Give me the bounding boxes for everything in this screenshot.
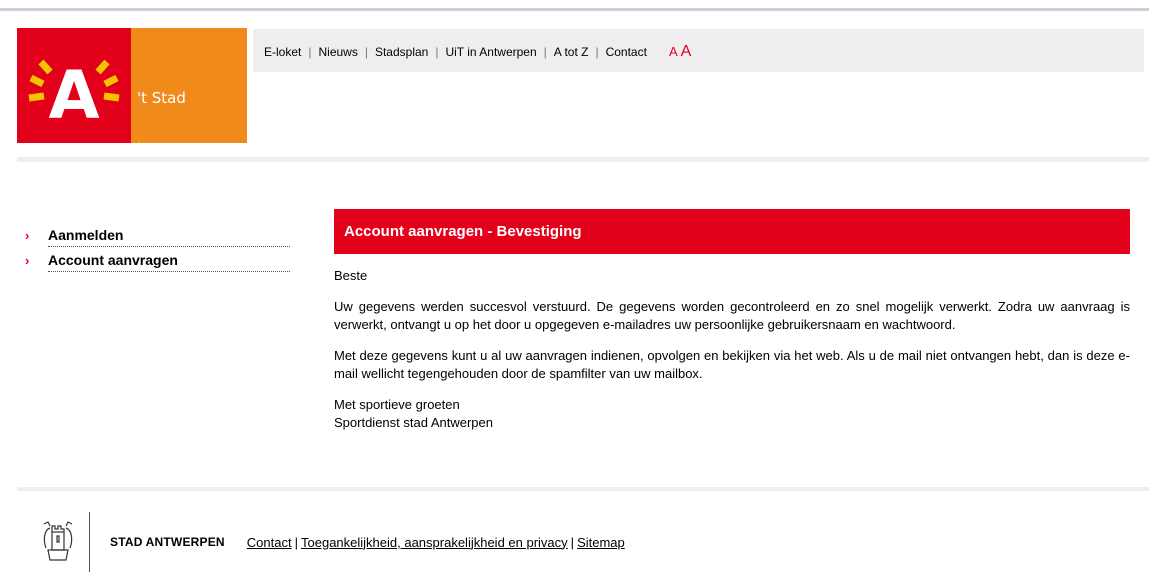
city-crest-icon xyxy=(43,521,73,561)
nav-link-e-loket[interactable]: E-loket xyxy=(264,45,301,59)
dotted-underline xyxy=(48,271,290,272)
page: A 't Stad is van iedereen. E-loket | Nie… xyxy=(0,0,1149,586)
nav-separator: | xyxy=(435,45,439,59)
footer-brand: STAD ANTWERPEN xyxy=(110,535,225,549)
footer-separator: | xyxy=(570,534,575,550)
nav-link-uit-in-antwerpen[interactable]: UiT in Antwerpen xyxy=(445,45,536,59)
logo-tagline-line1: 't Stad xyxy=(137,89,186,107)
logo-sun-a-icon: A xyxy=(28,57,120,134)
sidebar-item-label: Account aanvragen xyxy=(48,252,178,268)
nav-separator: | xyxy=(308,45,312,59)
nav-separator: | xyxy=(595,45,599,59)
logo-tagline-line2: is van xyxy=(137,140,182,158)
top-border xyxy=(0,8,1149,11)
logo-letter: A xyxy=(48,57,99,134)
closing-line-2: Sportdienst stad Antwerpen xyxy=(334,415,493,430)
nav-separator: | xyxy=(364,45,368,59)
main-content: Account aanvragen - Bevestiging Beste Uw… xyxy=(334,209,1130,432)
top-nav-links: E-loket | Nieuws | Stadsplan | UiT in An… xyxy=(264,43,691,61)
logo-tagline-line3: iedereen. xyxy=(137,191,208,209)
footer-link-contact[interactable]: Contact xyxy=(247,535,292,550)
chevron-right-icon: › xyxy=(25,252,30,268)
logo-red-block: A xyxy=(17,28,131,143)
nav-link-contact[interactable]: Contact xyxy=(606,45,647,59)
footer-vertical-divider xyxy=(89,512,90,572)
font-size-large-button[interactable]: A xyxy=(681,43,692,61)
greeting-text: Beste xyxy=(334,268,368,283)
antwerpen-logo[interactable]: A 't Stad is van iedereen. xyxy=(17,28,247,209)
footer-links: Contact | Toegankelijkheid, aansprakelij… xyxy=(247,535,625,550)
chevron-right-icon: › xyxy=(25,227,30,243)
nav-link-stadsplan[interactable]: Stadsplan xyxy=(375,45,428,59)
footer: STAD ANTWERPEN Contact | Toegankelijkhei… xyxy=(40,512,625,572)
font-size-small-button[interactable]: A xyxy=(669,44,678,59)
sidebar-item-aanmelden[interactable]: › Aanmelden xyxy=(25,224,290,247)
footer-link-sitemap[interactable]: Sitemap xyxy=(577,535,625,550)
closing-line-1: Met sportieve groeten xyxy=(334,397,460,412)
sidebar-item-account-aanvragen[interactable]: › Account aanvragen xyxy=(25,249,290,272)
side-navigation: › Aanmelden › Account aanvragen xyxy=(25,224,290,274)
font-size-toggle: A A xyxy=(669,43,691,61)
body-paragraph-1: Uw gegevens werden succesvol verstuurd. … xyxy=(334,299,1130,332)
nav-link-nieuws[interactable]: Nieuws xyxy=(318,45,357,59)
sidebar-item-label: Aanmelden xyxy=(48,227,124,243)
logo-tagline: 't Stad is van iedereen. xyxy=(137,56,208,243)
footer-link-privacy[interactable]: Toegankelijkheid, aansprakelijkheid en p… xyxy=(301,535,568,550)
footer-divider xyxy=(17,487,1149,491)
page-title: Account aanvragen - Bevestiging xyxy=(334,209,1130,254)
nav-link-a-tot-z[interactable]: A tot Z xyxy=(554,45,589,59)
nav-separator: | xyxy=(543,45,547,59)
confirmation-message: Beste Uw gegevens werden succesvol verst… xyxy=(334,267,1130,432)
top-navigation: E-loket | Nieuws | Stadsplan | UiT in An… xyxy=(253,29,1144,72)
body-paragraph-2: Met deze gegevens kunt u al uw aanvragen… xyxy=(334,348,1130,381)
dotted-underline xyxy=(48,246,290,247)
logo-orange-block: 't Stad is van iedereen. xyxy=(131,28,247,209)
header-divider xyxy=(17,157,1149,162)
footer-separator: | xyxy=(294,534,298,550)
